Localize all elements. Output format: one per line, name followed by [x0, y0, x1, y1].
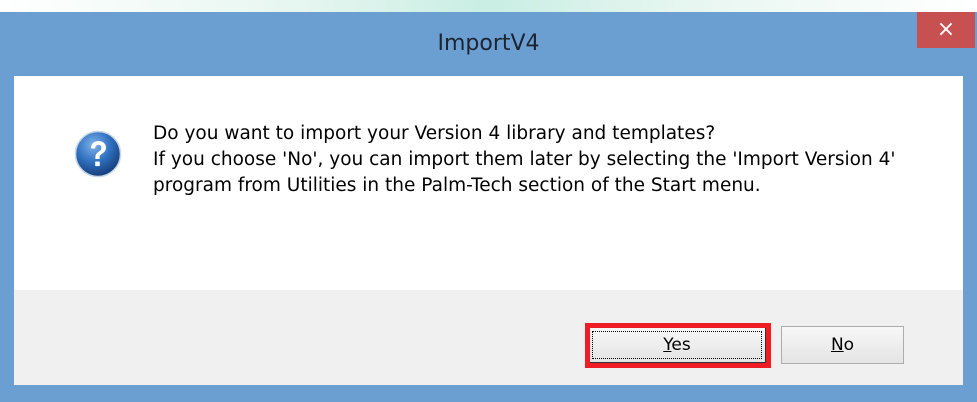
question-icon [74, 130, 122, 178]
message-question: Do you want to import your Version 4 lib… [153, 123, 716, 144]
yes-button[interactable]: Yes [587, 326, 767, 364]
dialog-content: Do you want to import your Version 4 lib… [14, 76, 963, 385]
close-button[interactable]: × [917, 12, 975, 48]
message-area: Do you want to import your Version 4 lib… [14, 76, 963, 290]
focus-rectangle [592, 331, 762, 359]
window-title: ImportV4 [437, 31, 540, 56]
no-button-label: No [830, 335, 855, 355]
dialog-message: Do you want to import your Version 4 lib… [153, 121, 943, 199]
dialog-window: ImportV4 × Do you want to import your Ve… [0, 12, 977, 402]
close-icon: × [936, 17, 956, 42]
button-area: Yes No [14, 290, 963, 385]
window-bottom-border [0, 385, 977, 402]
no-button[interactable]: No [781, 326, 904, 364]
title-bar[interactable]: ImportV4 × [0, 12, 977, 76]
message-detail: If you choose 'No', you can import them … [153, 149, 896, 196]
